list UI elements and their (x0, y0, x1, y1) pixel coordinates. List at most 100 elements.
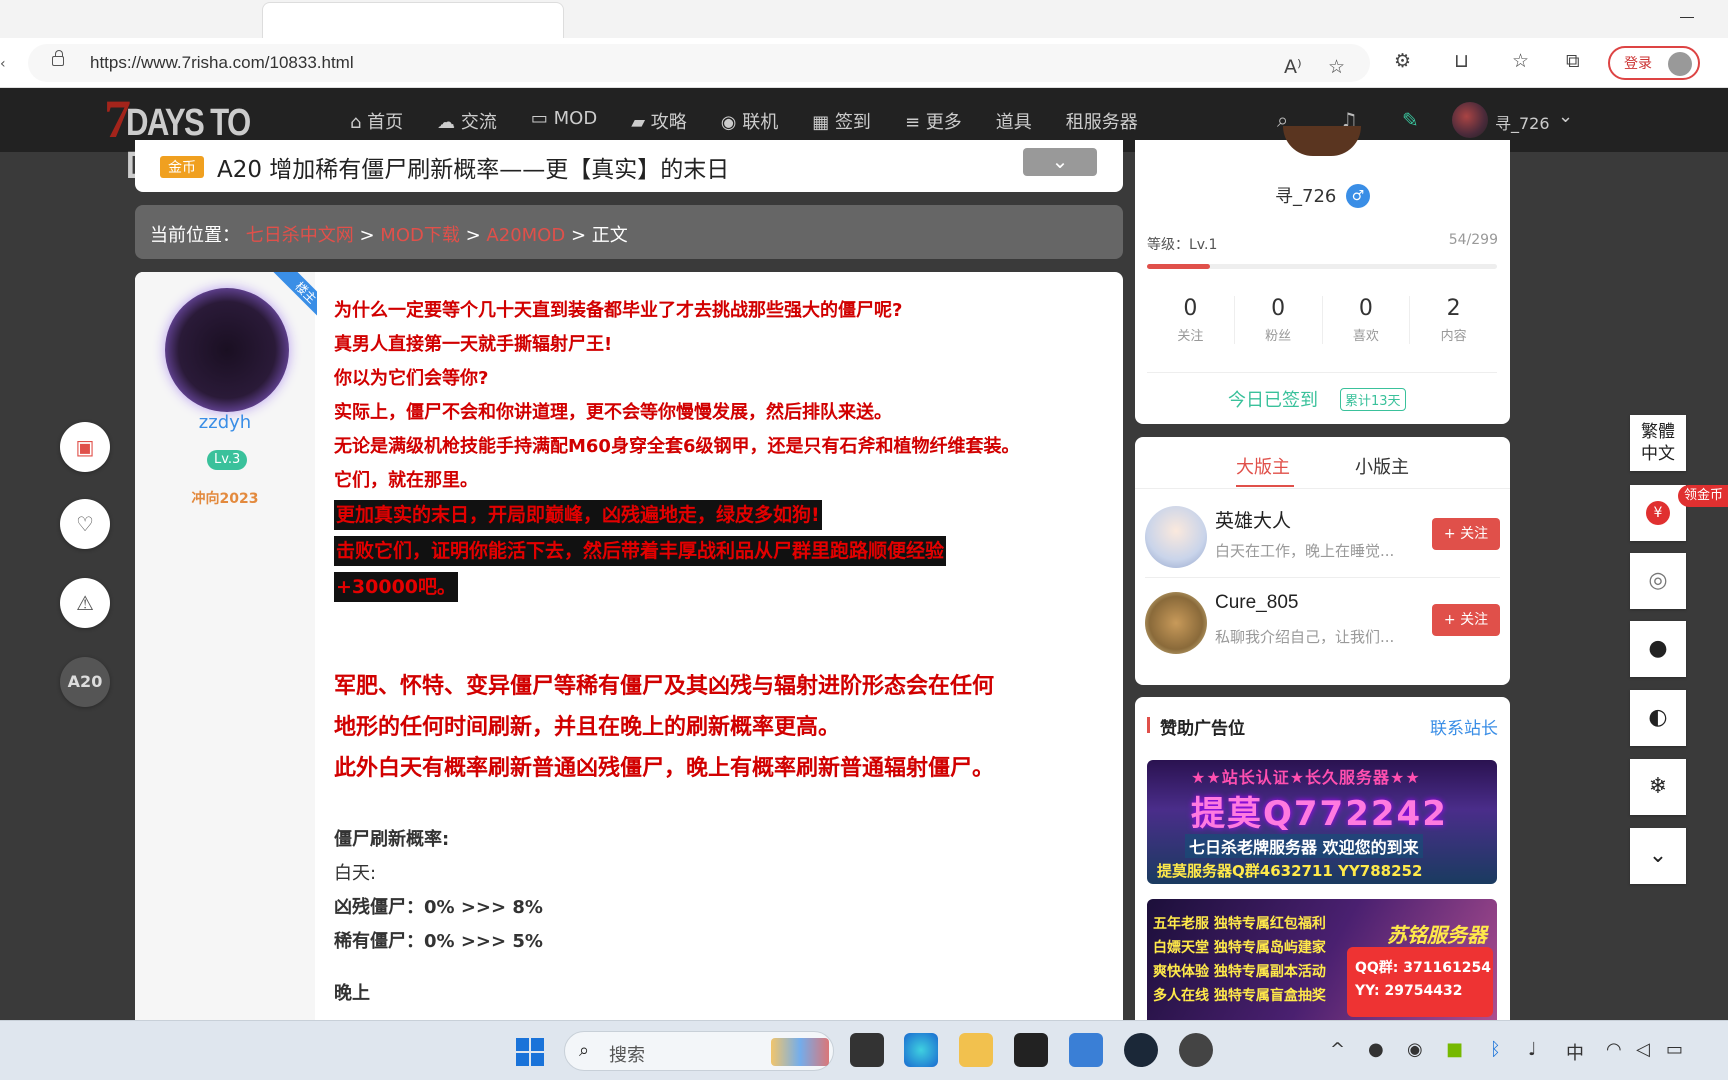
a20-tag-button[interactable]: A20 (60, 657, 110, 707)
user-avatar[interactable] (1452, 102, 1488, 138)
ad-banner-timo[interactable]: ★★站长认证★长久服务器★★ 提莫Q772242 七日杀老牌服务器 欢迎您的到来… (1147, 760, 1497, 884)
stat-value: 0 (1271, 296, 1286, 321)
microphone-icon[interactable]: ♩ (1528, 1039, 1537, 1060)
level-progress-bar (1147, 264, 1497, 269)
nav-rent-server[interactable]: 租服务器 (1066, 108, 1138, 134)
nvidia-icon[interactable]: ■ (1446, 1039, 1463, 1060)
coin-reward-button[interactable]: ▣ (60, 422, 110, 472)
mail-icon[interactable] (1069, 1033, 1103, 1067)
extensions-icon[interactable]: ⚙ (1394, 50, 1411, 72)
window-minimize-button[interactable] (1680, 17, 1694, 18)
edge-browser-icon[interactable] (904, 1033, 938, 1067)
traditional-chinese-button[interactable]: 繁體 中文 (1630, 415, 1686, 471)
sponsor-ads-card: 赞助广告位 联系站长 ★★站长认证★长久服务器★★ 提莫Q772242 七日杀老… (1135, 697, 1510, 1027)
wifi-icon[interactable]: ◠ (1606, 1039, 1622, 1060)
back-icon[interactable]: ‹ (0, 56, 6, 72)
stat-posts[interactable]: 2 内容 (1410, 296, 1497, 344)
like-heart-button[interactable]: ♡ (60, 499, 110, 549)
taskbar-search[interactable]: ⌕ 搜索 (564, 1031, 834, 1071)
signed-in-status[interactable]: 今日已签到 (1228, 386, 1318, 412)
tray-app-icon[interactable]: ● (1368, 1039, 1384, 1060)
scroll-down-icon[interactable]: ⌄ (1630, 828, 1686, 884)
profile-name[interactable]: 寻_726 (1275, 182, 1336, 208)
battery-icon[interactable]: ▭ (1666, 1039, 1683, 1060)
nav-home[interactable]: ⌂ 首页 (350, 108, 403, 134)
steam-icon[interactable] (1124, 1033, 1158, 1067)
ad-brand: 苏铭服务器 (1387, 923, 1487, 947)
nav-items[interactable]: 道具 (996, 108, 1032, 134)
snowflake-icon[interactable]: ❄ (1630, 759, 1686, 815)
moderator-name[interactable]: Cure_805 (1215, 592, 1298, 614)
nav-chat-label: 交流 (460, 112, 497, 133)
content-line: 为什么一定要等个几十天直到装备都毕业了才去挑战那些强大的僵尸呢? (334, 300, 903, 321)
report-warning-button[interactable]: ⚠ (60, 578, 110, 628)
moderator-avatar[interactable] (1145, 506, 1207, 568)
ad-banner-suming[interactable]: 五年老服 独特专属红包福利 白嫖天堂 独特专属岛屿建家 爽快体验 独特专属副本活… (1147, 899, 1497, 1027)
nav-online[interactable]: ◉ 联机 (721, 108, 778, 134)
browser-tab-active[interactable] (262, 2, 564, 40)
profile-login-button[interactable]: 登录 (1608, 46, 1700, 80)
tray-steam-icon[interactable]: ◉ (1407, 1039, 1423, 1060)
follow-button[interactable]: + 关注 (1432, 518, 1500, 550)
main-nav: ⌂ 首页 ☁ 交流 ▭ MOD ▰ 攻略 ◉ 联机 ▦ 签到 ≡ 更多 道具 租… (350, 108, 1172, 134)
breadcrumb-mod[interactable]: MOD下载 (380, 225, 460, 246)
header-username[interactable]: 寻_726 (1495, 110, 1550, 134)
lock-icon[interactable] (52, 50, 64, 66)
planet-icon[interactable]: ◎ (1630, 553, 1686, 609)
chevron-down-icon[interactable]: ⌄ (1558, 106, 1573, 127)
obs-icon[interactable] (1179, 1033, 1213, 1067)
ad-qq-box: QQ群: 371161254 YY: 29754432 (1347, 947, 1493, 1017)
stat-following[interactable]: 0 关注 (1147, 296, 1235, 344)
message-icon[interactable]: ● (1630, 621, 1686, 677)
taskbar-search-placeholder: 搜索 (609, 1045, 645, 1066)
collections-icon[interactable]: ⧉ (1566, 50, 1580, 72)
highlight-line: 更加真实的末日，开局即巅峰，凶残遍地走，绿皮多如狗! (334, 500, 822, 530)
tray-expand-icon[interactable]: ^ (1330, 1039, 1345, 1060)
nav-more[interactable]: ≡ 更多 (905, 108, 962, 134)
follow-button[interactable]: + 关注 (1432, 604, 1500, 636)
get-coins-tag[interactable]: 领金币 (1678, 485, 1728, 507)
ad-text: 五年老服 独特专属红包福利 (1153, 916, 1326, 932)
breadcrumb-sep: > (465, 225, 481, 246)
profile-avatar[interactable] (1283, 126, 1361, 156)
stat-followers[interactable]: 0 粉丝 (1235, 296, 1323, 344)
windows-start-icon[interactable] (516, 1038, 544, 1066)
breadcrumb-home[interactable]: 七日杀中文网 (246, 225, 354, 246)
contact-admin-link[interactable]: 联系站长 (1430, 714, 1498, 739)
bluetooth-icon[interactable]: ᛒ (1490, 1039, 1501, 1060)
favorites-icon[interactable]: ☆ (1512, 50, 1529, 72)
moderator-avatar[interactable] (1145, 592, 1207, 654)
stat-likes[interactable]: 0 喜欢 (1323, 296, 1411, 344)
nav-chat[interactable]: ☁ 交流 (437, 108, 497, 134)
nav-mod[interactable]: ▭ MOD (531, 108, 597, 134)
url-text[interactable]: https://www.7risha.com/10833.html (90, 53, 354, 73)
expand-toggle-button[interactable]: ⌄ (1023, 148, 1097, 176)
author-name[interactable]: zzdyh (135, 412, 315, 433)
nav-guide[interactable]: ▰ 攻略 (631, 108, 687, 134)
gender-male-icon: ♂ (1346, 184, 1370, 208)
yen-icon: ¥ (1646, 501, 1670, 525)
split-screen-icon[interactable]: ⊔ (1454, 50, 1469, 72)
nav-signin[interactable]: ▦ 签到 (812, 108, 871, 134)
ad-text: 七日杀老牌服务器 欢迎您的到来 (1185, 834, 1423, 858)
stat-value: 2 (1446, 296, 1461, 321)
task-view-icon[interactable] (850, 1033, 884, 1067)
read-aloud-icon[interactable]: A⁾ (1284, 56, 1302, 78)
tab-major-moderators[interactable]: 大版主 (1236, 453, 1290, 479)
breadcrumb-a20mod[interactable]: A20MOD (486, 225, 565, 246)
big-line: 此外白天有概率刷新普通凶残僵尸，晚上有概率刷新普通辐射僵尸。 (334, 756, 995, 781)
file-explorer-icon[interactable] (959, 1033, 993, 1067)
stat-value: 0 (1183, 296, 1198, 321)
address-bar[interactable]: https://www.7risha.com/10833.html A⁾ ☆ (28, 44, 1370, 82)
moderator-name[interactable]: 英雄大人 (1215, 506, 1291, 533)
ime-indicator[interactable]: 中 (1566, 1039, 1584, 1065)
stat-value: 0 (1358, 296, 1373, 321)
palette-icon[interactable]: ◐ (1630, 690, 1686, 746)
sticky-app-icon[interactable] (1014, 1033, 1048, 1067)
tab-minor-moderators[interactable]: 小版主 (1355, 453, 1409, 479)
nav-more-label: 更多 (925, 112, 962, 133)
add-favorite-icon[interactable]: ☆ (1328, 56, 1345, 78)
volume-icon[interactable]: ◁ (1636, 1039, 1650, 1060)
content-line: 它们，就在那里。 (334, 470, 478, 491)
edit-icon[interactable]: ✎ (1402, 108, 1419, 132)
